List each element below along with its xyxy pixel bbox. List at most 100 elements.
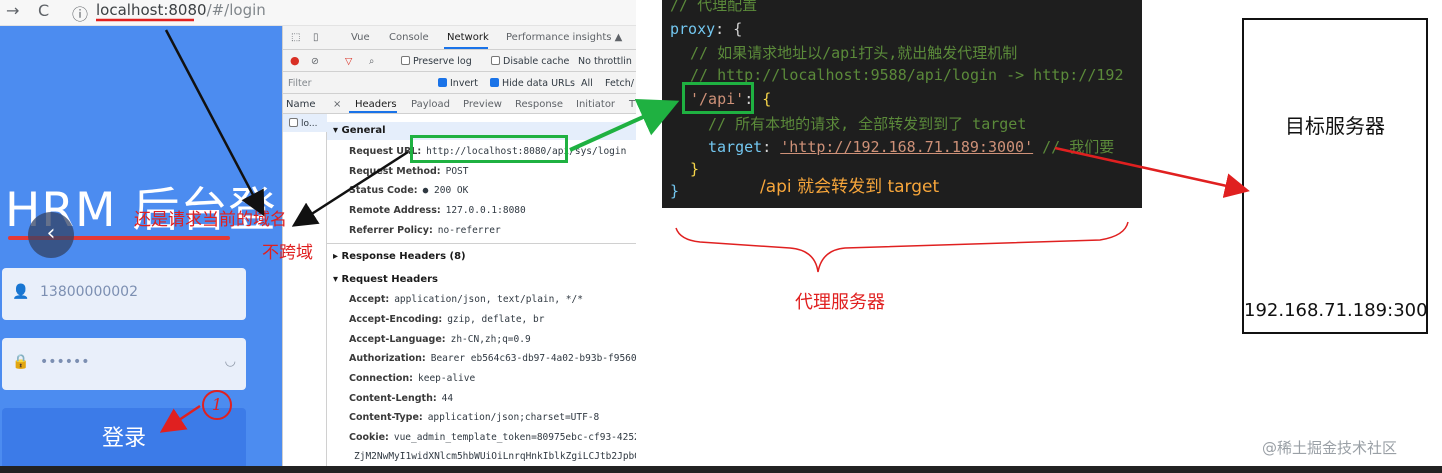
request-row[interactable]: lo... xyxy=(283,114,327,132)
header-key: Accept-Encoding: xyxy=(349,314,443,325)
invert-label: Invert xyxy=(450,78,478,89)
reload-icon[interactable]: C xyxy=(38,1,49,20)
filter-input[interactable]: Filter xyxy=(288,78,312,89)
request-header-row: Content-Length: 44 xyxy=(349,393,453,404)
header-key: Accept: xyxy=(349,294,390,305)
tab-initiator[interactable]: Initiator xyxy=(576,99,615,110)
general-key: Remote Address: xyxy=(349,205,441,216)
disable-cache-checkbox[interactable]: Disable cache xyxy=(491,56,569,67)
general-value: ● 200 OK xyxy=(422,185,469,196)
response-headers-header[interactable]: ▸ Response Headers (8) xyxy=(333,251,466,262)
code-string-target: 'http://192.168.71.189:3000' xyxy=(780,138,1034,156)
device-toolbar-icon[interactable]: ▯ xyxy=(313,32,319,43)
header-value: zh-CN,zh;q=0.9 xyxy=(450,334,531,345)
tab-vue[interactable]: Vue xyxy=(351,32,370,43)
target-server-ip: 192.168.71.189:300 xyxy=(1244,300,1428,321)
request-header-row: Accept: application/json, text/plain, */* xyxy=(349,294,583,305)
bottom-strip xyxy=(0,466,1442,473)
phone-field[interactable]: 👤 13800000002 xyxy=(2,268,246,320)
filter-fetch[interactable]: Fetch/ xyxy=(605,78,634,89)
request-header-row: Connection: keep-alive xyxy=(349,373,475,384)
browser-toolbar: → C ⓘ localhost:8080/#/login xyxy=(0,0,636,26)
annotation-same-domain: 还是请求当前的域名 xyxy=(134,210,287,230)
code-comment-forward: // 所有本地的请求, 全部转发到到了 target xyxy=(708,115,1027,133)
login-page: HRM 后台登 ‹ 👤 13800000002 🔒 •••••• ◡ 登录 xyxy=(0,26,282,466)
general-row: Status Code: ● 200 OK xyxy=(349,185,468,196)
code-key-target: target xyxy=(708,138,763,156)
code-comment-proxy-config: // 代理配置 xyxy=(670,0,758,14)
tab-network[interactable]: Network xyxy=(447,32,489,43)
inspect-icon[interactable]: ⬚ xyxy=(291,32,300,43)
general-value: 127.0.0.1:8080 xyxy=(445,205,526,216)
eye-closed-icon[interactable]: ◡ xyxy=(225,354,236,369)
code-close-brace-outer: } xyxy=(670,182,680,200)
clear-icon[interactable]: ⊘ xyxy=(311,56,319,67)
general-row: Remote Address: 127.0.0.1:8080 xyxy=(349,205,526,216)
tab-headers[interactable]: Headers xyxy=(355,99,397,110)
address-path: /#/login xyxy=(206,1,266,19)
close-icon[interactable]: × xyxy=(333,99,341,110)
header-key: Accept-Language: xyxy=(349,334,446,345)
throttling-select[interactable]: No throttlin xyxy=(578,56,632,67)
tab-preview[interactable]: Preview xyxy=(463,99,502,110)
tab-performance-insights[interactable]: Performance insights ▲ xyxy=(506,32,622,43)
header-key: Content-Length: xyxy=(349,393,437,404)
hide-data-urls-label: Hide data URLs xyxy=(502,78,575,89)
tab-timing[interactable]: T xyxy=(629,99,635,110)
record-icon[interactable]: ● xyxy=(290,54,300,67)
network-toolbar: ● ⊘ ▽ ⌕ Preserve log Disable cache No th… xyxy=(283,50,636,72)
header-value: Bearer eb564c63-db97-4a02-b93b-f95601 xyxy=(430,353,636,364)
proxy-brace xyxy=(675,221,1129,273)
general-row: Request Method: POST xyxy=(349,166,469,177)
header-key: Authorization: xyxy=(349,353,426,364)
header-value: 44 xyxy=(441,393,454,404)
filter-icon[interactable]: ▽ xyxy=(345,56,352,67)
request-header-row: Accept-Encoding: gzip, deflate, br xyxy=(349,314,544,325)
header-value: gzip, deflate, br xyxy=(447,314,545,325)
request-header-row: ZjM2NwMyI1widXNlcm5hbWUiOiLnrqHnkIblkZgi… xyxy=(349,451,636,462)
general-key: Status Code: xyxy=(349,185,418,196)
back-arrow-icon[interactable]: → xyxy=(6,1,19,20)
site-info-icon[interactable]: ⓘ xyxy=(72,1,88,25)
invert-checkbox[interactable]: Invert xyxy=(438,78,478,89)
address-host: localhost:8080 xyxy=(96,1,207,19)
proxy-server-label: 代理服务器 xyxy=(795,292,885,313)
tab-console[interactable]: Console xyxy=(389,32,429,43)
request-headers-header[interactable]: ▾ Request Headers xyxy=(333,274,438,285)
tab-response[interactable]: Response xyxy=(515,99,563,110)
section-divider xyxy=(327,243,636,244)
target-server-box: 目标服务器 192.168.71.189:300 xyxy=(1242,18,1428,334)
code-key-proxy: proxy xyxy=(670,20,716,38)
user-icon: 👤 xyxy=(12,284,30,300)
hide-data-urls-checkbox[interactable]: Hide data URLs xyxy=(490,78,575,89)
address-bar[interactable]: localhost:8080/#/login xyxy=(96,1,266,19)
code-line-target: target: 'http://192.168.71.189:3000' // … xyxy=(708,138,1115,156)
back-button[interactable]: ‹ xyxy=(28,212,74,258)
general-value: no-referrer xyxy=(437,225,501,236)
watermark: @稀土掘金技术社区 xyxy=(1262,439,1398,457)
phone-value: 13800000002 xyxy=(40,284,138,300)
code-close-brace-inner: } xyxy=(690,160,700,178)
request-header-row: Authorization: Bearer eb564c63-db97-4a02-… xyxy=(349,353,636,364)
request-list: Name lo... xyxy=(283,94,327,470)
preserve-log-label: Preserve log xyxy=(413,56,472,67)
disable-cache-label: Disable cache xyxy=(503,56,570,67)
request-header-row: Accept-Language: zh-CN,zh;q=0.9 xyxy=(349,334,531,345)
search-icon[interactable]: ⌕ xyxy=(369,56,374,67)
password-value: •••••• xyxy=(40,354,90,370)
header-key: Connection: xyxy=(349,373,413,384)
annotation-no-cors: 不跨域 xyxy=(262,243,313,263)
general-key: Request Method: xyxy=(349,166,441,177)
preserve-log-checkbox[interactable]: Preserve log xyxy=(401,56,472,67)
filter-all[interactable]: All xyxy=(581,78,593,89)
code-comment-api-prefix: // 如果请求地址以/api打头,就出触发代理机制 xyxy=(690,44,1018,62)
request-name: lo... xyxy=(301,119,318,129)
lock-icon: 🔒 xyxy=(12,354,30,370)
password-field[interactable]: 🔒 •••••• ◡ xyxy=(2,338,246,390)
header-key: Cookie: xyxy=(349,432,389,443)
api-key-highlight xyxy=(682,82,754,114)
name-column-header[interactable]: Name xyxy=(283,94,327,114)
tab-payload[interactable]: Payload xyxy=(411,99,450,110)
code-comment-example-url: // http://localhost:9588/api/login -> ht… xyxy=(690,66,1124,84)
detail-tabbar: × Headers Payload Preview Response Initi… xyxy=(327,94,636,114)
